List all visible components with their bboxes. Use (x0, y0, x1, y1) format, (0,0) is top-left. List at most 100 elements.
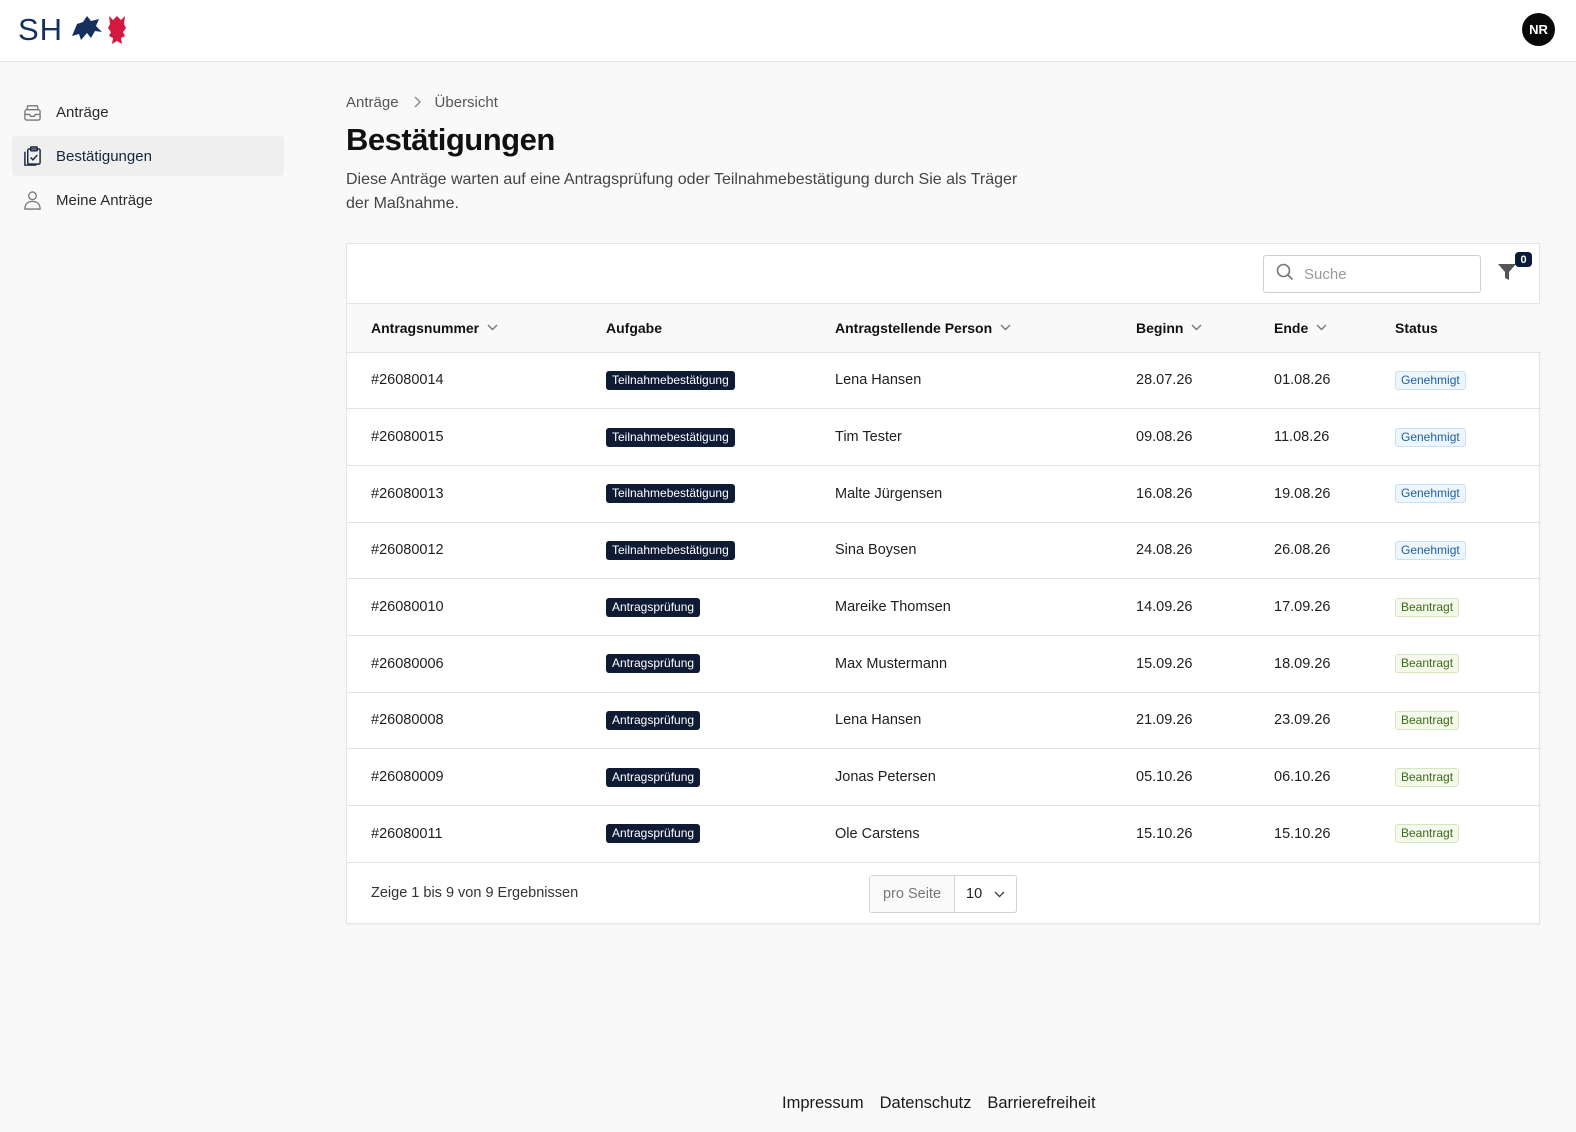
column-header-end[interactable]: Ende (1250, 304, 1371, 352)
cell-end: 23.09.26 (1274, 712, 1331, 729)
table-row[interactable]: #26080012 Teilnahmebestätigung Sina Boys… (347, 522, 1541, 579)
cell-person: Malte Jürgensen (835, 485, 943, 502)
task-badge: Antragsprüfung (606, 597, 701, 617)
footer-link-barrierefreiheit[interactable]: Barrierefreiheit (987, 1094, 1095, 1113)
cell-end: 11.08.26 (1274, 429, 1330, 446)
cell-number: #26080008 (371, 712, 444, 729)
cell-person: Lena Hansen (835, 712, 922, 729)
cell-status: Beantragt (1371, 806, 1541, 863)
cell-end: 01.08.26 (1274, 372, 1331, 389)
cell-person: Max Mustermann (835, 655, 948, 672)
chevron-down-icon (1191, 324, 1202, 331)
pagination-bar: Zeige 1 bis 9 von 9 Ergebnissen pro Seit… (347, 864, 1539, 924)
cell-status: Beantragt (1371, 692, 1541, 749)
per-page-control: pro Seite 10 (869, 875, 1017, 913)
task-badge: Teilnahmebestätigung (606, 540, 735, 560)
cell-task: Antragsprüfung (582, 579, 811, 636)
per-page-label: pro Seite (870, 876, 955, 912)
sidebar-item-label: Anträge (56, 103, 109, 121)
per-page-value: 10 (966, 886, 983, 902)
breadcrumb-link-antraege[interactable]: Anträge (346, 94, 399, 111)
table-row[interactable]: #26080014 Teilnahmebestätigung Lena Hans… (347, 352, 1541, 409)
user-icon (22, 189, 42, 211)
cell-start: 05.10.26 (1136, 769, 1193, 786)
table-row[interactable]: #26080008 Antragsprüfung Lena Hansen 21.… (347, 692, 1541, 749)
task-badge: Antragsprüfung (606, 710, 701, 730)
page-title: Bestätigungen (346, 122, 555, 157)
column-header-start[interactable]: Beginn (1112, 304, 1250, 352)
cell-end: 06.10.26 (1274, 769, 1331, 786)
applications-table-card: 0 Antragsnummer Aufgabe Antragstellende … (346, 243, 1541, 924)
filter-count-badge: 0 (1515, 252, 1532, 267)
cell-end: 15.10.26 (1274, 825, 1331, 842)
table-row[interactable]: #26080006 Antragsprüfung Max Mustermann … (347, 635, 1541, 693)
cell-person: Jonas Petersen (835, 769, 936, 786)
cell-status: Genehmigt (1371, 522, 1541, 579)
breadcrumb-current: Übersicht (434, 93, 498, 111)
search-icon (1276, 263, 1294, 286)
status-badge: Genehmigt (1395, 540, 1466, 560)
cell-status: Genehmigt (1371, 465, 1541, 522)
cell-start: 28.07.26 (1136, 372, 1193, 389)
task-badge: Antragsprüfung (606, 654, 701, 674)
cell-task: Antragsprüfung (582, 635, 811, 692)
sidebar-item-bestaetigungen[interactable]: Bestätigungen (12, 136, 284, 176)
cell-task: Antragsprüfung (582, 749, 811, 806)
main-content: Anträge Übersicht Bestätigungen Diese An… (346, 90, 1541, 924)
user-avatar[interactable]: NR (1522, 13, 1555, 46)
table-toolbar: 0 (347, 244, 1539, 304)
cell-start: 15.10.26 (1136, 825, 1193, 842)
status-badge: Genehmigt (1395, 484, 1466, 504)
cell-start: 24.08.26 (1136, 542, 1193, 559)
filter-icon[interactable] (1497, 262, 1517, 284)
cell-task: Antragsprüfung (582, 806, 811, 863)
cell-person: Ole Carstens (835, 825, 920, 842)
chevron-down-icon (487, 324, 498, 331)
sidebar: Anträge Bestätigungen Meine Anträge (12, 92, 284, 224)
column-header-number[interactable]: Antragsnummer (347, 304, 582, 352)
cell-task: Teilnahmebestätigung (582, 409, 811, 466)
cell-task: Teilnahmebestätigung (582, 522, 811, 579)
chevron-down-icon (1000, 324, 1011, 331)
table-row[interactable]: #26080009 Antragsprüfung Jonas Petersen … (347, 749, 1541, 806)
sidebar-item-antraege[interactable]: Anträge (12, 92, 284, 132)
footer-link-datenschutz[interactable]: Datenschutz (880, 1094, 972, 1113)
cell-number: #26080006 (371, 655, 444, 672)
inbox-icon (22, 101, 42, 123)
top-bar: SH NR (0, 0, 1576, 62)
cell-start: 15.09.26 (1136, 655, 1193, 672)
footer-link-impressum[interactable]: Impressum (782, 1094, 864, 1113)
column-header-label: Antragstellende Person (835, 319, 993, 336)
status-badge: Beantragt (1395, 767, 1460, 787)
cell-start: 14.09.26 (1136, 599, 1193, 616)
cell-start: 21.09.26 (1136, 712, 1193, 729)
sh-logo[interactable]: SH (18, 12, 127, 48)
cell-task: Teilnahmebestätigung (582, 352, 811, 409)
task-badge: Teilnahmebestätigung (606, 484, 735, 504)
table-row[interactable]: #26080011 Antragsprüfung Ole Carstens 15… (347, 806, 1541, 863)
cell-start: 09.08.26 (1136, 429, 1193, 446)
table-row[interactable]: #26080015 Teilnahmebestätigung Tim Teste… (347, 409, 1541, 466)
cell-start: 16.08.26 (1136, 485, 1193, 502)
search-field[interactable] (1263, 255, 1481, 293)
cell-number: #26080011 (371, 825, 443, 842)
cell-number: #26080013 (371, 485, 444, 502)
column-header-person[interactable]: Antragstellende Person (811, 304, 1112, 352)
search-input[interactable] (1304, 265, 1474, 283)
status-badge: Beantragt (1395, 824, 1460, 844)
sidebar-item-meine-antraege[interactable]: Meine Anträge (12, 180, 284, 220)
column-header-label: Beginn (1136, 319, 1184, 336)
table-row[interactable]: #26080010 Antragsprüfung Mareike Thomsen… (347, 579, 1541, 636)
per-page-select[interactable]: 10 (955, 876, 1016, 912)
task-badge: Antragsprüfung (606, 824, 701, 844)
logo-text: SH (18, 12, 64, 47)
clipboard-check-icon (22, 145, 42, 167)
column-header-status: Status (1371, 304, 1541, 352)
cell-person: Tim Tester (835, 429, 902, 446)
cell-task: Antragsprüfung (582, 692, 811, 749)
cell-end: 17.09.26 (1274, 599, 1331, 616)
cell-status: Beantragt (1371, 749, 1541, 806)
status-badge: Beantragt (1395, 710, 1460, 730)
table-row[interactable]: #26080013 Teilnahmebestätigung Malte Jür… (347, 465, 1541, 523)
status-badge: Beantragt (1395, 597, 1460, 617)
